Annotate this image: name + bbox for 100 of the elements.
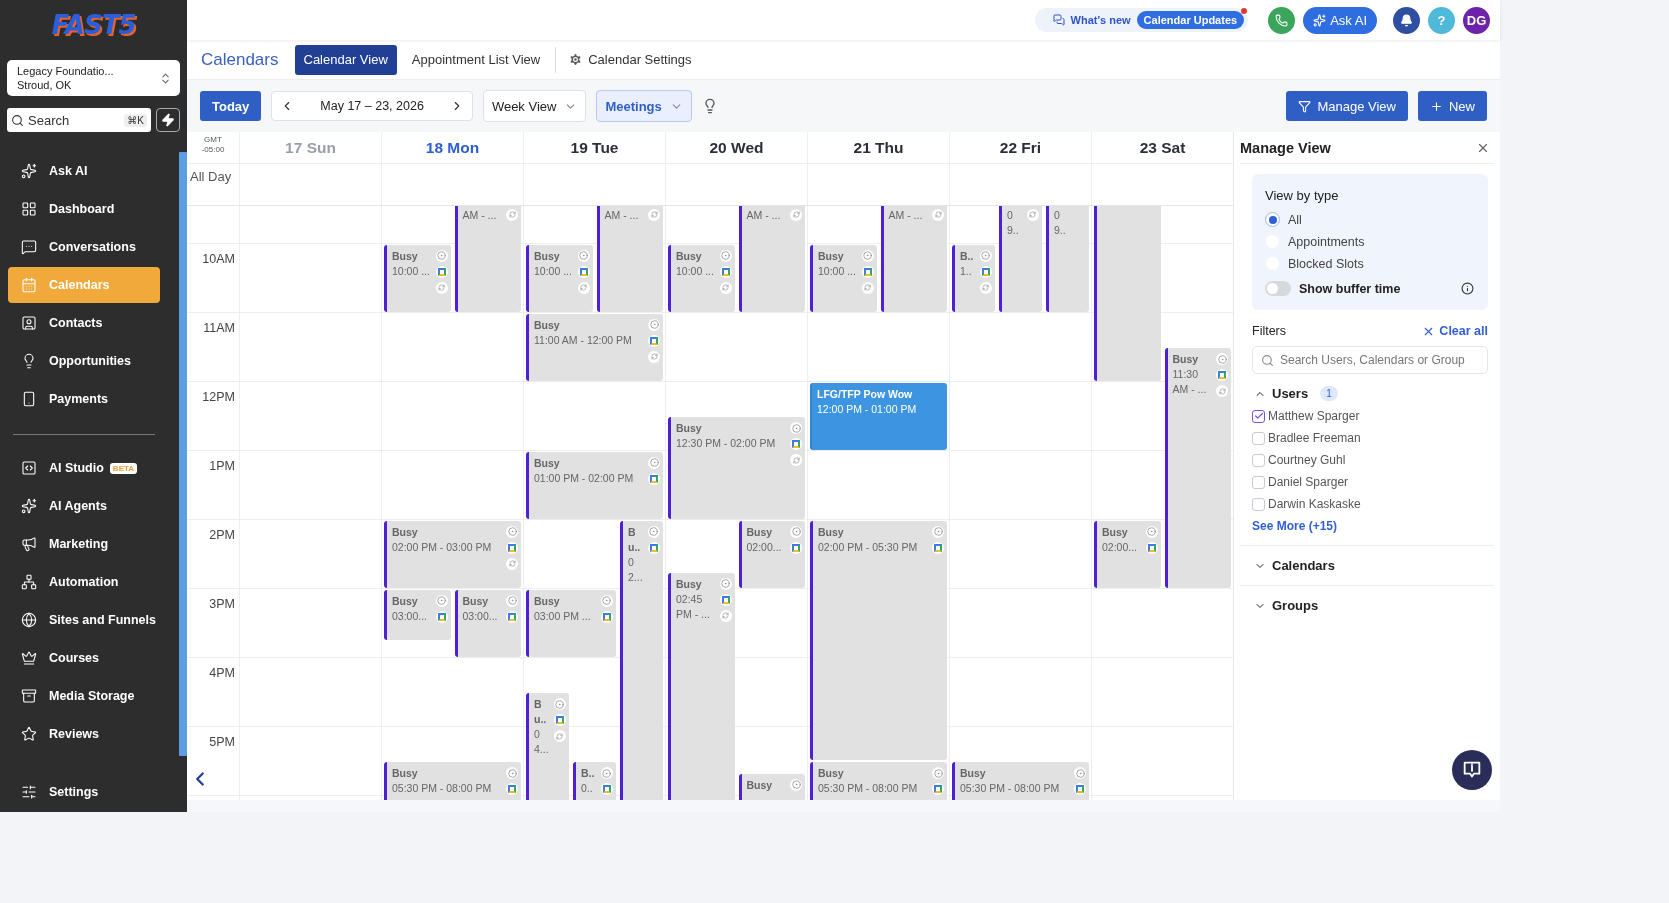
busy-event[interactable]: Busy 10:00 ... [384,244,451,312]
busy-event[interactable]: Busy 05:30 PM - 08:00 PM [384,762,521,800]
user-avatar[interactable]: DG [1463,6,1490,34]
sparkles-icon [21,498,37,514]
event-time: 02:45 [676,591,704,607]
busy-event[interactable]: AM - ... [454,206,521,312]
checkbox[interactable] [1252,409,1265,423]
settings-icon [568,52,584,67]
busy-event[interactable]: Busy 11:30 AM - ... [1164,348,1231,588]
event-title: Busy [392,524,419,540]
busy-event[interactable] [1094,206,1161,381]
calendar-icon [790,438,802,451]
group-header[interactable]: Groups [1252,598,1488,613]
refresh-icon [554,730,566,743]
busy-event[interactable]: Busy 02:45 PM - ... [668,572,735,800]
busy-event[interactable]: AM - ... [738,206,805,312]
nav-item[interactable]: Marketing [8,526,160,562]
calendar-settings-button[interactable]: Calendar Settings [562,51,698,68]
busy-event[interactable]: AM - ... [596,206,663,312]
busy-event[interactable]: Busy 10:00 ... [668,244,735,312]
busy-event[interactable]: B u.. 0 2... [620,520,663,800]
view-dropdown[interactable]: Week View [482,90,587,122]
today-button[interactable]: Today [200,91,262,121]
whats-new-pill[interactable]: What's new Calendar Updates [1034,8,1249,32]
busy-event[interactable]: Busy 12:30 PM - 02:00 PM [668,417,805,519]
refresh-icon [790,208,802,221]
busy-event[interactable]: Busy 01:00 PM - 02:00 PM [526,451,663,519]
group-header[interactable]: Calendars [1252,558,1488,573]
event-title: B [628,524,637,540]
event-time: 02:00... [746,539,783,555]
refresh-icon [861,281,874,294]
event-title: Busy [746,777,774,793]
nav-item[interactable]: AI Agents [8,488,160,524]
search-field[interactable]: Search ⌘K [7,108,151,132]
target-icon [647,525,660,538]
type-dropdown[interactable]: Meetings [596,90,692,122]
nav-item[interactable]: Media Storage [8,678,160,714]
clear-all-button[interactable]: Clear all [1422,324,1488,338]
busy-event[interactable]: Busy 02:00 PM - 05:30 PM [810,520,947,761]
busy-event[interactable]: Busy 05:30 PM - 08:00 PM [952,762,1089,800]
ask-ai-button[interactable]: Ask AI [1303,6,1377,34]
busy-event[interactable]: B u.. 0 4... [526,693,569,800]
busy-event[interactable]: Busy [738,773,805,800]
busy-event[interactable]: B.. 0.. [573,762,616,800]
busy-event[interactable]: Busy 03:00... [384,589,451,640]
quick-action-button[interactable] [156,108,180,132]
refresh-icon [1216,385,1228,398]
hour-label: 2PM [209,528,235,543]
nav-item[interactable]: Courses [8,640,160,676]
busy-event[interactable]: Busy 11:00 AM - 12:00 PM [526,313,663,381]
nav-item[interactable]: Payments [8,381,160,417]
view-tab[interactable]: Appointment List View [402,44,550,75]
nav-item[interactable]: Contacts [8,305,160,341]
nav-item[interactable]: Reviews [8,716,160,752]
notifications-button[interactable] [1393,6,1420,34]
nav-item[interactable]: Conversations [8,229,160,265]
globe-icon [21,612,37,628]
filter-search-field[interactable]: Search Users, Calendars or Group [1252,346,1488,374]
day-header: 19 Tue [523,132,665,163]
location-selector[interactable]: Legacy Foundatio... Stroud, OK [7,60,180,96]
busy-event[interactable]: Busy 03:00 PM ... [526,589,616,657]
meeting-event[interactable]: LFG/TFP Pow Wow 12:00 PM - 01:00 PM [810,382,947,450]
nav-item[interactable]: Sites and Funnels [8,602,160,638]
calendar-icon [506,541,518,554]
busy-event[interactable]: B.. 1.. [952,244,995,312]
event-title: Busy [818,248,845,264]
target-icon [932,525,944,538]
see-more-link[interactable]: See More (+15) [1252,519,1488,533]
feedback-button[interactable] [1452,750,1492,790]
hour-label: 5PM [209,735,235,750]
busy-event[interactable]: Busy 05:30 PM - 08:00 PM [810,762,947,800]
busy-event[interactable]: Busy 02:00 PM - 03:00 PM [384,520,521,588]
nav-item[interactable]: Ask AI [8,153,160,189]
busy-event[interactable]: Busy 10:00 ... [526,244,593,312]
group-header[interactable]: Users 1 [1252,386,1488,401]
busy-event[interactable]: Busy 02:00... [1094,520,1161,588]
busy-event[interactable]: AM - ... [880,206,947,312]
manage-view-button[interactable]: Manage View [1286,91,1408,121]
view-tab[interactable]: Calendar View [294,44,397,75]
phone-button[interactable] [1268,6,1296,34]
new-button[interactable]: New [1418,91,1487,121]
refresh-icon [719,609,732,622]
user-name: Courtney Guhl [1268,453,1346,467]
toggle-switch[interactable] [1265,281,1291,296]
busy-event[interactable]: Busy 10:00 ... [810,244,877,312]
refresh-icon [577,281,590,294]
nav-item[interactable]: Settings [8,774,160,810]
busy-event[interactable]: Busy 02:00... [738,520,805,588]
nav-item[interactable]: Dashboard [8,191,160,227]
event-time: 12:00 PM - 01:00 PM [817,401,918,417]
busy-event[interactable]: Busy 03:00... [454,589,521,657]
nav-item[interactable]: Automation [8,564,160,600]
nav-item[interactable]: Opportunities [8,343,160,379]
lightbulb-icon [21,353,37,369]
nav-item[interactable]: AI Studio BETA [8,450,160,486]
scrollbar[interactable] [179,152,187,756]
busy-event[interactable]: 0 9.. [1046,206,1089,312]
radio-button[interactable] [1265,212,1280,227]
event-time: 9.. [1054,222,1067,238]
busy-event[interactable]: 0 9.. [999,206,1042,312]
